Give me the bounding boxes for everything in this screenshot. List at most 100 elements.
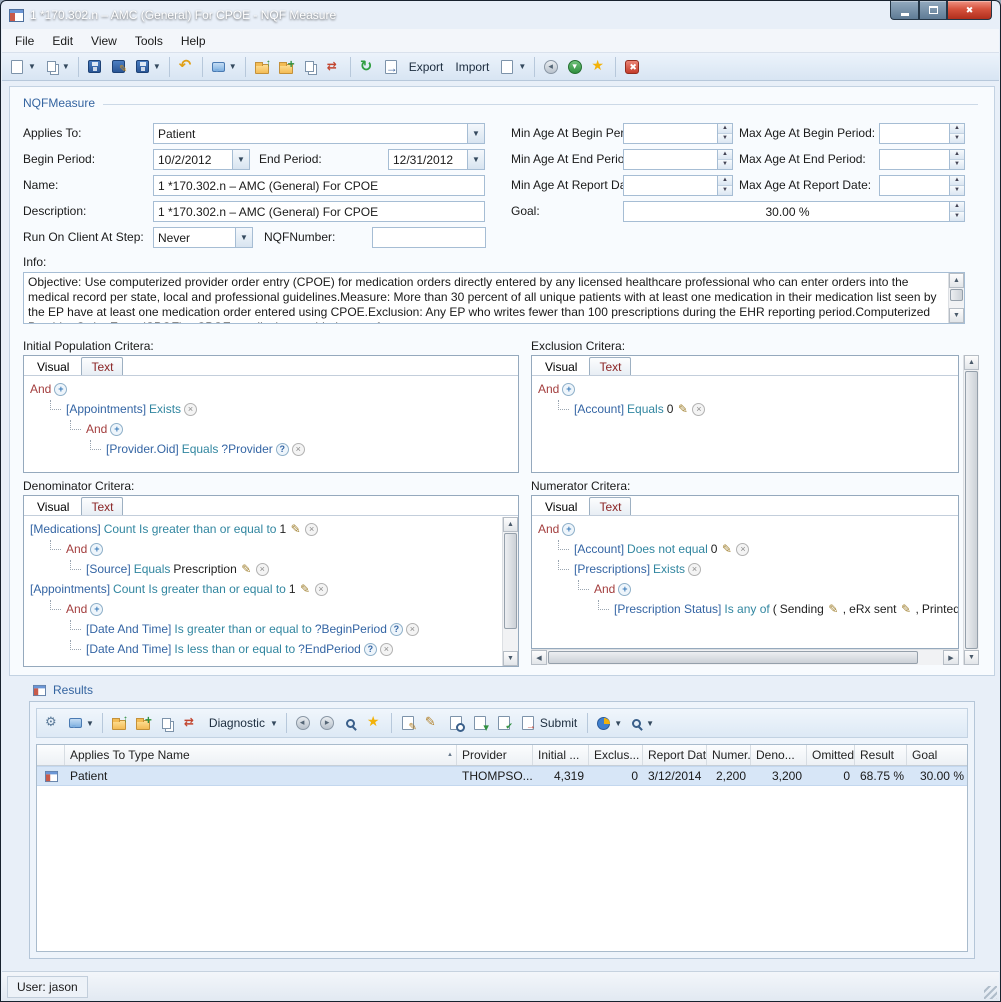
delete-icon[interactable]: × — [406, 623, 419, 636]
next-button[interactable] — [316, 712, 338, 734]
delete-icon[interactable]: × — [256, 563, 269, 576]
new-document-button[interactable]: ▼ — [6, 56, 39, 78]
end-period-picker[interactable]: 12/31/2012 ▼ — [388, 149, 485, 170]
add-folder-button[interactable] — [132, 712, 154, 734]
criteria-term-val[interactable]: Sending — [780, 602, 824, 616]
favorites-button[interactable] — [588, 56, 610, 78]
add-icon[interactable]: + — [90, 603, 103, 616]
delete-icon[interactable]: × — [184, 403, 197, 416]
min-age-report-spinner[interactable]: ▲▼ — [717, 176, 732, 195]
save-options-button[interactable]: ▼ — [132, 56, 164, 78]
criteria-term-and[interactable]: And — [66, 542, 87, 556]
scroll-thumb[interactable] — [504, 533, 517, 629]
column-header-numer[interactable]: Numer... — [707, 745, 751, 765]
menu-file[interactable]: File — [6, 30, 43, 52]
tab-text[interactable]: Text — [589, 357, 631, 375]
copy-button[interactable] — [299, 56, 321, 78]
criteria-term-op[interactable]: Equals — [627, 402, 664, 416]
criteria-term-val[interactable]: 0 — [711, 542, 718, 556]
paste-button[interactable]: ▼ — [41, 56, 73, 78]
sync-button[interactable] — [180, 712, 202, 734]
max-age-report-spinner[interactable]: ▲▼ — [949, 176, 964, 195]
criteria-term-val[interactable]: 1 — [279, 522, 286, 536]
criteria-term-op[interactable]: Exists — [653, 562, 685, 576]
tab-text[interactable]: Text — [81, 497, 123, 515]
column-header-exclus[interactable]: Exclus... — [589, 745, 643, 765]
criteria-term-op[interactable]: Does not equal — [627, 542, 708, 556]
criteria-term-op[interactable]: Is any of — [724, 602, 769, 616]
copy-button[interactable] — [156, 712, 178, 734]
edit-icon[interactable]: ✎ — [827, 603, 840, 616]
add-icon[interactable]: + — [54, 383, 67, 396]
applies-to-dropdown-icon[interactable]: ▼ — [467, 124, 484, 143]
tab-visual[interactable]: Visual — [28, 498, 78, 515]
run-on-client-select[interactable]: Never ▼ — [153, 227, 253, 248]
criteria-term-field[interactable]: [Date And Time] — [86, 622, 171, 636]
scroll-thumb[interactable] — [965, 371, 978, 649]
info-textarea[interactable]: Objective: Use computerized provider ord… — [23, 272, 965, 324]
minimize-button[interactable] — [890, 1, 919, 20]
comments-button[interactable]: ▼ — [65, 712, 97, 734]
table-row[interactable]: PatientTHOMPSO...4,31903/12/20142,2003,2… — [37, 766, 967, 786]
scroll-down-icon[interactable]: ▼ — [949, 308, 964, 323]
criteria-term-op[interactable]: Equals — [182, 442, 219, 456]
criteria-term-val[interactable]: 1 — [289, 582, 296, 596]
numerator-hscrollbar[interactable]: ◀ ▶ — [531, 649, 959, 665]
criteria-term-op[interactable]: Count Is greater than or equal to — [113, 582, 286, 596]
criteria-term-val[interactable]: 0 — [667, 402, 674, 416]
criteria-term-and[interactable]: And — [66, 602, 87, 616]
name-input[interactable]: 1 *170.302.n – AMC (General) For CPOE — [153, 175, 485, 196]
column-header-goal[interactable]: Goal — [907, 745, 968, 765]
criteria-term-op[interactable]: Is greater than or equal to — [174, 622, 311, 636]
delete-icon[interactable]: × — [292, 443, 305, 456]
scroll-thumb[interactable] — [548, 651, 918, 664]
delete-icon[interactable]: × — [688, 563, 701, 576]
previous-button[interactable] — [540, 56, 562, 78]
criteria-term-and[interactable]: And — [30, 382, 51, 396]
criteria-term-op[interactable]: Exists — [149, 402, 181, 416]
tools-button[interactable] — [41, 712, 63, 734]
tab-text[interactable]: Text — [81, 357, 123, 375]
undo-button[interactable] — [175, 56, 197, 78]
column-header-omitted[interactable]: Omitted — [807, 745, 855, 765]
scroll-up-icon[interactable]: ▲ — [503, 517, 518, 532]
tab-visual[interactable]: Visual — [536, 358, 586, 375]
end-period-dropdown-icon[interactable]: ▼ — [467, 150, 484, 169]
export-button[interactable]: Export — [404, 56, 449, 78]
open-folder-button[interactable] — [251, 56, 273, 78]
column-header-report-date[interactable]: Report Date — [643, 745, 707, 765]
save-as-button[interactable] — [108, 56, 130, 78]
title-bar[interactable]: 1 *170.302.n – AMC (General) For CPOE - … — [1, 1, 1000, 29]
max-age-report-input[interactable]: ▲▼ — [879, 175, 965, 196]
scroll-down-icon[interactable]: ▼ — [503, 651, 518, 666]
search-button[interactable] — [340, 712, 362, 734]
delete-icon[interactable]: × — [692, 403, 705, 416]
max-age-end-spinner[interactable]: ▲▼ — [949, 150, 964, 169]
criteria-term-field[interactable]: [Medications] — [30, 522, 101, 536]
criteria-term-field[interactable]: [Appointments] — [30, 582, 110, 596]
attachments-button[interactable]: ▼ — [496, 56, 529, 78]
favorites-button[interactable] — [364, 712, 386, 734]
column-header-initial[interactable]: Initial ... — [533, 745, 589, 765]
save-button[interactable] — [84, 56, 106, 78]
begin-period-dropdown-icon[interactable]: ▼ — [232, 150, 249, 169]
min-age-begin-input[interactable]: ▲▼ — [623, 123, 733, 144]
maximize-button[interactable] — [919, 1, 947, 20]
check-in-button[interactable] — [469, 712, 491, 734]
edit-icon[interactable]: ✎ — [900, 603, 913, 616]
delete-icon[interactable]: × — [315, 583, 328, 596]
tab-visual[interactable]: Visual — [536, 498, 586, 515]
reports-button[interactable]: ▼ — [593, 712, 625, 734]
preview-button[interactable] — [445, 712, 467, 734]
criteria-term-param[interactable]: ?EndPeriod — [298, 642, 361, 656]
diagnostic-button[interactable]: Diagnostic▼ — [204, 712, 281, 734]
menu-edit[interactable]: Edit — [43, 30, 82, 52]
criteria-term-field[interactable]: [Appointments] — [66, 402, 146, 416]
scroll-left-icon[interactable]: ◀ — [531, 650, 547, 665]
quick-edit-button[interactable] — [421, 712, 443, 734]
previous-button[interactable] — [292, 712, 314, 734]
param-icon[interactable]: ? — [364, 643, 377, 656]
criteria-term-and[interactable]: And — [594, 582, 615, 596]
refresh-button[interactable] — [356, 56, 378, 78]
edit-record-button[interactable] — [397, 712, 419, 734]
